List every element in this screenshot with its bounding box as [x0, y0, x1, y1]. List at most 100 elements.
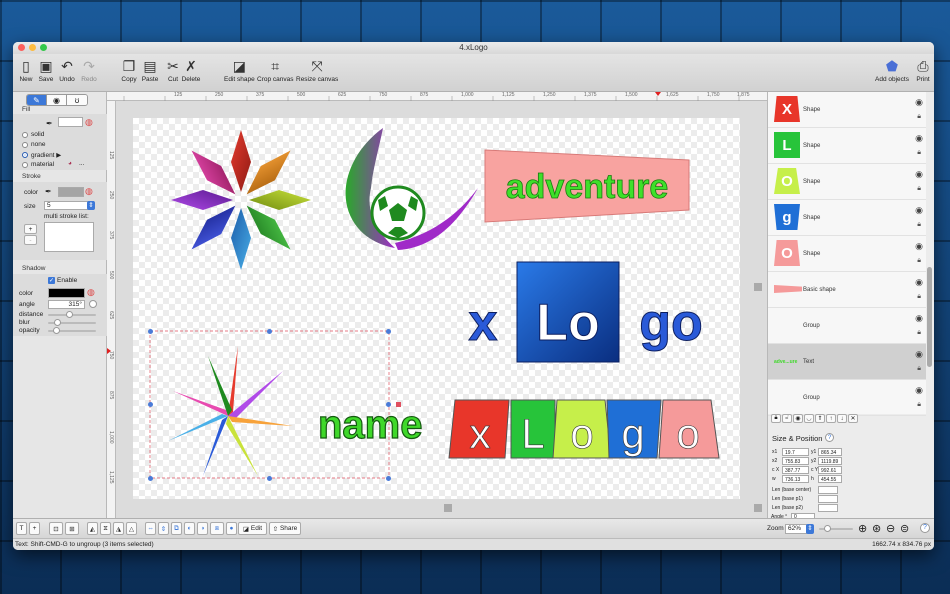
path-divide-button[interactable]: ◑ — [197, 522, 208, 535]
y2-field[interactable]: 1119.89 — [818, 457, 842, 465]
help-button[interactable]: ? — [920, 523, 930, 533]
move-down-button[interactable]: ↓ — [837, 414, 847, 423]
align-button[interactable]: ◮ — [113, 522, 124, 535]
ruler-marker-icon[interactable] — [655, 92, 661, 96]
tab-brush[interactable]: ✎ — [27, 95, 47, 105]
eyedropper-icon[interactable]: ✒ — [46, 119, 53, 128]
multi-stroke-list[interactable] — [44, 222, 94, 252]
selection-handle[interactable] — [386, 402, 391, 407]
canvas-area[interactable]: adventure x Lo go x L o g o name — [116, 101, 767, 518]
len-p1-field[interactable] — [818, 495, 838, 503]
tab-palette[interactable]: ◉ — [47, 95, 67, 105]
save-button[interactable]: ▣ Save — [36, 56, 56, 84]
layer-row[interactable]: X Shape ◉ 🔒︎ — [768, 92, 926, 128]
eye-icon[interactable]: ◉ — [915, 133, 923, 144]
selection-handle[interactable] — [267, 476, 272, 481]
canvas-resize-handle-bottom[interactable] — [444, 504, 452, 512]
flip-vertical-button[interactable]: ⧖ — [100, 522, 111, 535]
w-field[interactable]: 736.13 — [782, 475, 809, 483]
eye-icon[interactable]: ◉ — [915, 313, 923, 324]
lock-icon[interactable]: 🔒︎ — [917, 185, 921, 193]
eyedropper-icon[interactable]: ✒ — [45, 187, 52, 196]
redo-button[interactable]: ↷ Redo — [79, 56, 99, 84]
selection-handle[interactable] — [267, 329, 272, 334]
edit-button[interactable]: ◪ Edit — [238, 522, 267, 535]
fill-material-radio[interactable]: material — [22, 161, 54, 168]
shadow-angle-field[interactable]: 315° — [48, 300, 85, 309]
cut-button[interactable]: ✂ Cut — [163, 56, 183, 84]
show-layer-button[interactable]: ◉ — [793, 414, 803, 423]
undo-button[interactable]: ↶ Undo — [57, 56, 77, 84]
selection-handle[interactable] — [386, 476, 391, 481]
eye-icon[interactable]: ◉ — [915, 97, 923, 108]
rotation-handle[interactable] — [396, 402, 401, 407]
lock-icon[interactable]: 🔒︎ — [917, 293, 921, 301]
zoom-stepper-icon[interactable]: ⇕ — [806, 524, 814, 534]
slider-knob[interactable] — [824, 525, 831, 532]
hide-layer-button[interactable]: ◡ — [804, 414, 814, 423]
print-button[interactable]: ⎙ Print — [913, 56, 933, 84]
bring-front-button[interactable]: ⇑ — [815, 414, 825, 423]
shadow-color-well[interactable] — [48, 288, 85, 298]
add-stroke-button[interactable]: + — [24, 224, 37, 234]
fill-none-radio[interactable]: none — [22, 141, 45, 148]
layer-row[interactable]: L Shape ◉ 🔒︎ — [768, 128, 926, 164]
path-exclude-button[interactable]: ◐ — [184, 522, 195, 535]
path-split-button[interactable]: ● — [226, 522, 237, 535]
path-intersect-button[interactable]: ⧉ — [171, 522, 182, 535]
color-wheel-icon[interactable]: ◍ — [87, 287, 95, 298]
layer-row-selected[interactable]: adve...ure Text ◉ 🔒︎ — [768, 344, 926, 380]
slider-knob[interactable] — [66, 311, 74, 318]
fill-color-well[interactable] — [58, 117, 83, 127]
cy-field[interactable]: 992.61 — [818, 466, 842, 474]
distribute-button[interactable]: △ — [126, 522, 137, 535]
move-up-button[interactable]: ↑ — [826, 414, 836, 423]
layer-row[interactable]: O Shape ◉ 🔒︎ — [768, 164, 926, 200]
add-point-button[interactable]: + — [29, 522, 40, 535]
zoom-fit-icon[interactable]: ⊛ — [872, 522, 881, 535]
paste-button[interactable]: ▤ Paste — [140, 56, 160, 84]
stepper-arrows-icon[interactable]: ⇕ — [87, 201, 95, 210]
remove-stroke-button[interactable]: - — [24, 235, 37, 245]
lock-icon[interactable]: 🔒︎ — [917, 365, 921, 373]
len-center-field[interactable] — [818, 486, 838, 494]
selection-handle[interactable] — [386, 329, 391, 334]
lock-icon[interactable]: 🔒︎ — [917, 401, 921, 409]
selection-handle[interactable] — [148, 329, 153, 334]
layer-row[interactable]: O Shape ◉ 🔒︎ — [768, 236, 926, 272]
zoom-in-icon[interactable]: ⊕ — [858, 522, 867, 535]
lock-layer-button[interactable]: 🔒︎ — [771, 414, 781, 423]
lock-icon[interactable]: 🔒︎ — [917, 329, 921, 337]
color-wheel-icon[interactable]: ◍ — [85, 186, 93, 197]
angle-dial-icon[interactable] — [89, 300, 97, 308]
text-tool-button[interactable]: T — [16, 522, 27, 535]
eye-icon[interactable]: ◉ — [915, 385, 923, 396]
eye-icon[interactable]: ◉ — [915, 205, 923, 216]
path-subtract-button[interactable]: ⇕ — [158, 522, 169, 535]
delete-button[interactable]: ✗ Delete — [181, 56, 201, 84]
layer-row[interactable]: g Shape ◉ 🔒︎ — [768, 200, 926, 236]
selection-handle[interactable] — [148, 476, 153, 481]
checkbox-checked-icon[interactable]: ✓ — [48, 277, 55, 284]
stroke-color-well[interactable] — [58, 187, 84, 197]
ungroup-button[interactable]: ⊞ — [65, 522, 79, 535]
slider-knob[interactable] — [54, 319, 62, 326]
layer-row[interactable]: Basic shape ◉ 🔒︎ — [768, 272, 926, 308]
material-swatch-icon[interactable]: ◕ — [68, 160, 72, 167]
path-combine-button[interactable]: ⧈ — [210, 522, 224, 535]
flip-horizontal-button[interactable]: ◭ — [87, 522, 98, 535]
eye-icon[interactable]: ◉ — [915, 349, 923, 360]
share-button[interactable]: ⇧ Share — [269, 522, 301, 535]
eye-icon[interactable]: ◉ — [915, 277, 923, 288]
eye-icon[interactable]: ◉ — [915, 169, 923, 180]
crop-canvas-button[interactable]: ⌗ Crop canvas — [257, 56, 294, 84]
edit-shape-button[interactable]: ◪ Edit shape — [224, 56, 255, 84]
new-button[interactable]: ▯ New — [16, 56, 36, 84]
eye-icon[interactable]: ◉ — [915, 241, 923, 252]
shadow-opacity-slider[interactable] — [48, 327, 96, 334]
lock-icon[interactable]: 🔒︎ — [917, 257, 921, 265]
zoom-actual-icon[interactable]: ⊜ — [900, 522, 909, 535]
h-field[interactable]: 454.55 — [818, 475, 842, 483]
layers-scrollbar[interactable] — [927, 267, 932, 367]
add-objects-button[interactable]: ⬟ Add objects — [875, 56, 909, 84]
